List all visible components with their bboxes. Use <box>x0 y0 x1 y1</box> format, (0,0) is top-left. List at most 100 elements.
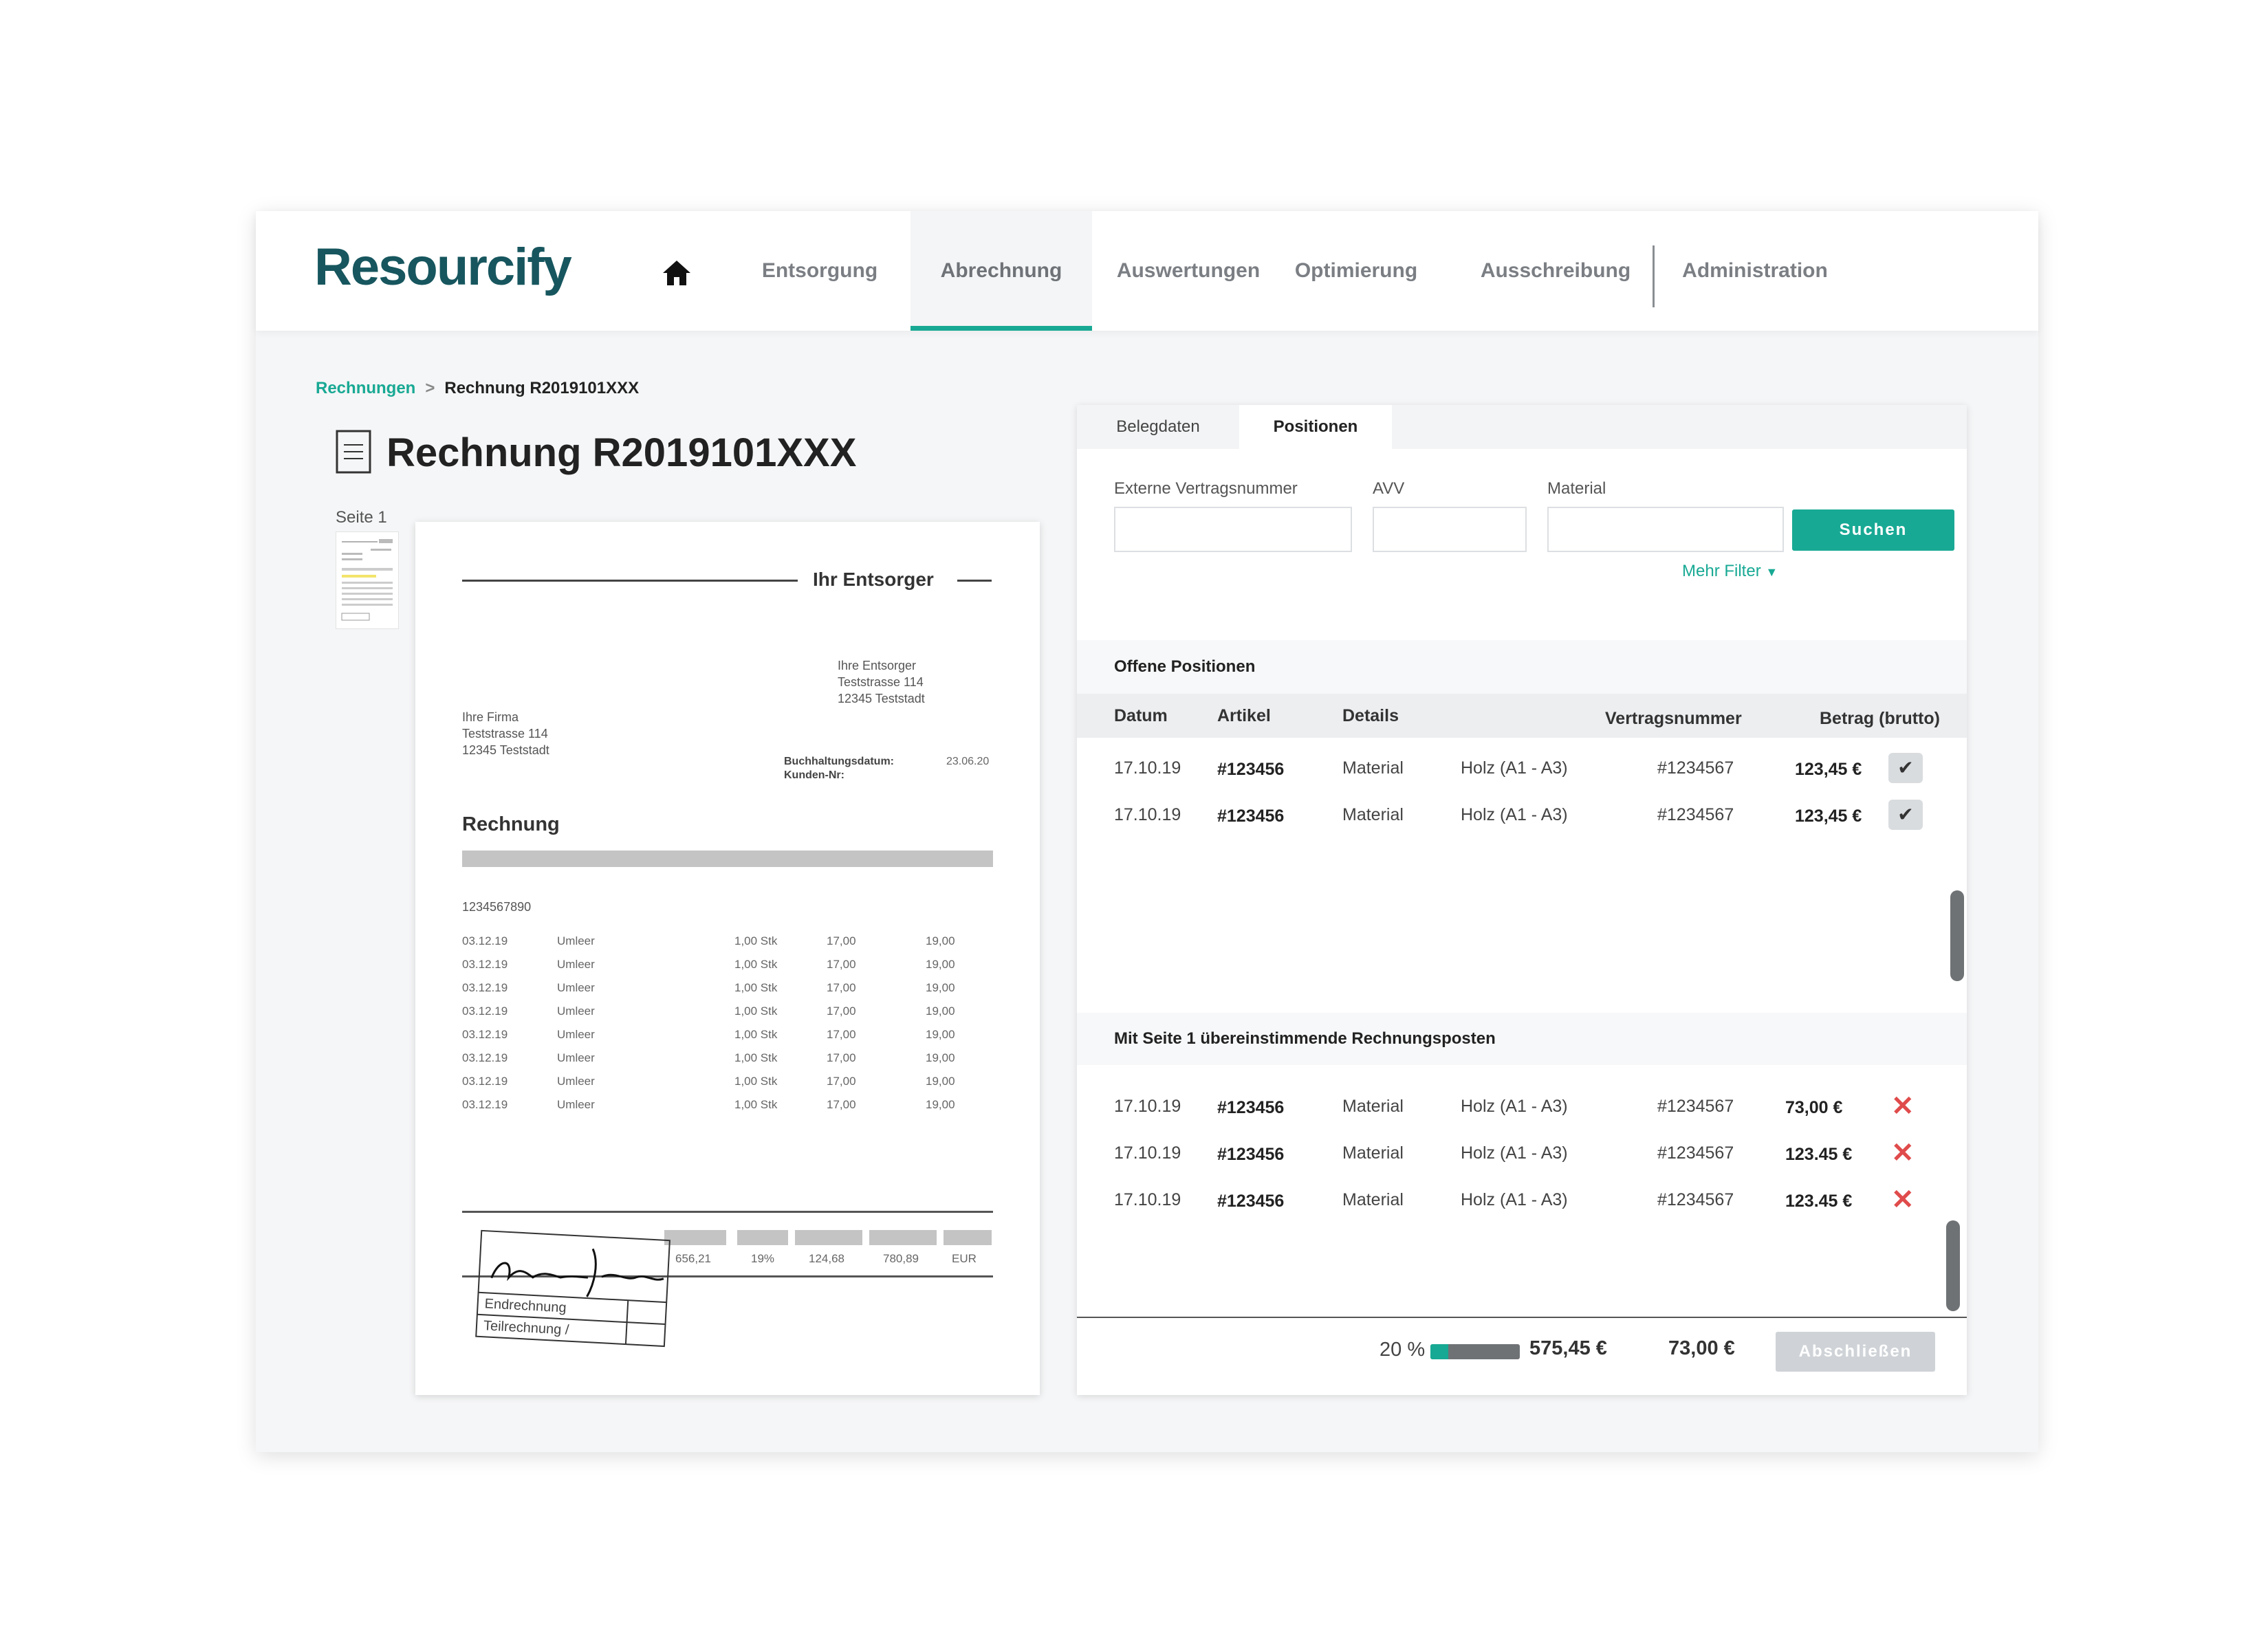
invoice-line-item: 03.12.19 Umleer 1,00 Stk 17,00 19,00 <box>462 981 993 1002</box>
logo[interactable]: Resourcify <box>314 237 572 297</box>
progress-percent: 20 % <box>1380 1339 1426 1361</box>
remove-icon[interactable]: ✕ <box>1891 1186 1915 1214</box>
open-positions-heading: Offene Positionen <box>1077 640 1967 694</box>
position-amount: 123,45 € <box>1795 806 1862 826</box>
invoice-line-item: 03.12.19 Umleer 1,00 Stk 17,00 19,00 <box>462 1075 993 1095</box>
line-item-cell: 17,00 <box>827 1098 856 1111</box>
nav-ausschreibung[interactable]: Ausschreibung <box>1466 211 1645 331</box>
position-material: Holz (A1 - A3) <box>1461 1097 1568 1116</box>
position-date: 17.10.19 <box>1114 1097 1181 1116</box>
app-window: Resourcify Entsorgung Abrechnung Auswert… <box>256 211 2038 1452</box>
position-material: Holz (A1 - A3) <box>1461 1190 1568 1209</box>
page-label: Seite 1 <box>336 508 387 527</box>
approval-stamp: Endrechnung Teilrechnung / <box>475 1229 673 1349</box>
line-item-cell: 1,00 Stk <box>734 1075 778 1088</box>
assign-check-button[interactable]: ✔ <box>1888 753 1923 783</box>
invoice-line-item: 03.12.19 Umleer 1,00 Stk 17,00 19,00 <box>462 958 993 978</box>
position-row[interactable]: 17.10.19 #123456 Material Holz (A1 - A3) #12… <box>1077 1179 1943 1220</box>
open-positions-scrollbar[interactable] <box>1950 890 1964 981</box>
line-item-cell: 17,00 <box>827 1051 856 1064</box>
line-item-cell: 19,00 <box>926 1005 955 1018</box>
tab-belegdaten[interactable]: Belegdaten <box>1077 405 1239 449</box>
line-item-cell: 1,00 Stk <box>734 1098 778 1111</box>
col-details[interactable]: Details <box>1342 694 1399 738</box>
assign-check-button[interactable]: ✔ <box>1888 800 1923 830</box>
position-article: #123456 <box>1217 760 1285 779</box>
position-material: Holz (A1 - A3) <box>1461 758 1568 778</box>
position-material: Holz (A1 - A3) <box>1461 1143 1568 1163</box>
line-item-cell: 1,00 Stk <box>734 958 778 971</box>
position-amount: 123.45 € <box>1785 1192 1853 1211</box>
avv-input[interactable] <box>1373 507 1527 552</box>
matched-positions-scrollbar[interactable] <box>1946 1220 1960 1311</box>
page-thumbnail[interactable] <box>336 531 399 629</box>
home-icon[interactable] <box>662 259 692 287</box>
invoice-number: 1234567890 <box>462 900 532 914</box>
invoice-document: Ihr Entsorger Ihre Entsorger Teststrasse … <box>415 522 1040 1395</box>
label-avv: AVV <box>1373 479 1405 498</box>
meta-value-date: 23.06.20 <box>946 756 990 767</box>
col-artikel[interactable]: Artikel <box>1217 694 1271 738</box>
remove-icon[interactable]: ✕ <box>1891 1093 1915 1120</box>
line-item-cell: 17,00 <box>827 1005 856 1018</box>
position-contract: #1234567 <box>1657 805 1734 824</box>
position-amount: 123.45 € <box>1785 1145 1853 1164</box>
search-button[interactable]: Suchen <box>1792 509 1954 551</box>
position-article: #123456 <box>1217 1098 1285 1117</box>
more-filters-link[interactable]: Mehr Filter ▼ <box>1682 562 1778 581</box>
col-datum[interactable]: Datum <box>1114 694 1168 738</box>
invoice-header: Ihr Entsorger <box>813 569 934 590</box>
nav-abrechnung[interactable]: Abrechnung <box>911 211 1092 331</box>
col-vertragsnummer[interactable]: Vertragsnummer <box>1605 696 1742 740</box>
total-net: 656,21 <box>675 1252 711 1265</box>
line-item-cell: 19,00 <box>926 1028 955 1041</box>
invoice-title: Rechnung <box>462 813 560 835</box>
meta-label-customer: Kunden-Nr: <box>784 769 844 781</box>
breadcrumb-separator: > <box>425 379 435 397</box>
line-item-cell: Umleer <box>557 958 595 971</box>
line-item-cell: 19,00 <box>926 1051 955 1064</box>
breadcrumb-link-rechnungen[interactable]: Rechnungen <box>316 379 415 397</box>
nav-divider <box>1653 245 1655 307</box>
line-item-cell: 19,00 <box>926 1098 955 1111</box>
nav-entsorgung[interactable]: Entsorgung <box>737 211 902 331</box>
col-betrag[interactable]: Betrag (brutto) <box>1820 696 1940 740</box>
document-icon <box>336 430 371 474</box>
line-item-cell: 03.12.19 <box>462 1098 508 1111</box>
material-input[interactable] <box>1547 507 1784 552</box>
tab-positionen[interactable]: Positionen <box>1239 405 1392 449</box>
position-row[interactable]: 17.10.19 #123456 Material Holz (A1 - A3) #12… <box>1077 747 1943 789</box>
remove-icon[interactable]: ✕ <box>1891 1139 1915 1167</box>
vertragsnummer-input[interactable] <box>1114 507 1352 552</box>
total-gross: 780,89 <box>883 1252 919 1265</box>
line-item-cell: 1,00 Stk <box>734 1051 778 1064</box>
nav-auswertungen[interactable]: Auswertungen <box>1106 211 1271 331</box>
invoice-line-item: 03.12.19 Umleer 1,00 Stk 17,00 19,00 <box>462 1005 993 1025</box>
complete-button[interactable]: Abschließen <box>1776 1332 1935 1372</box>
matched-positions-heading: Mit Seite 1 übereinstimmende Rechnungspo… <box>1077 1013 1967 1065</box>
line-item-cell: Umleer <box>557 981 595 994</box>
position-row[interactable]: 17.10.19 #123456 Material Holz (A1 - A3) #12… <box>1077 1132 1943 1174</box>
invoice-line-item: 03.12.19 Umleer 1,00 Stk 17,00 19,00 <box>462 1051 993 1072</box>
position-row[interactable]: 17.10.19 #123456 Material Holz (A1 - A3) #12… <box>1077 794 1943 835</box>
line-item-cell: 17,00 <box>827 934 856 947</box>
line-item-cell: 03.12.19 <box>462 1005 508 1018</box>
line-item-cell: 03.12.19 <box>462 1051 508 1064</box>
position-article: #123456 <box>1217 1192 1285 1211</box>
header-rule-right <box>957 580 992 582</box>
line-item-cell: Umleer <box>557 1098 595 1111</box>
position-material: Holz (A1 - A3) <box>1461 805 1568 824</box>
position-contract: #1234567 <box>1657 1097 1734 1116</box>
totals-rule-top <box>462 1211 993 1213</box>
footer-divider <box>1077 1317 1967 1318</box>
line-item-cell: 17,00 <box>827 981 856 994</box>
nav-optimierung[interactable]: Optimierung <box>1280 211 1432 331</box>
nav-administration[interactable]: Administration <box>1672 211 1838 331</box>
total-vat: 124,68 <box>809 1252 844 1265</box>
position-row[interactable]: 17.10.19 #123456 Material Holz (A1 - A3) #12… <box>1077 1086 1943 1127</box>
matched-positions-list: 17.10.19 #123456 Material Holz (A1 - A3) #12… <box>1077 1065 1967 1313</box>
line-item-cell: Umleer <box>557 1051 595 1064</box>
matched-amount: 73,00 € <box>1668 1337 1735 1359</box>
position-article: #123456 <box>1217 806 1285 826</box>
position-date: 17.10.19 <box>1114 1190 1181 1209</box>
